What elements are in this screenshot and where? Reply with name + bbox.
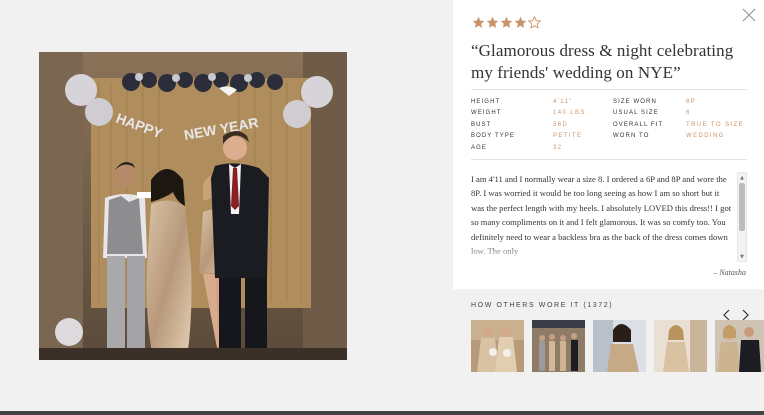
spec-value-worn-to: WEDDING bbox=[686, 133, 725, 140]
spec-value-body-type: PETITE bbox=[553, 133, 583, 140]
spec-label-bust: BUST bbox=[471, 121, 492, 128]
spec-value-overall-fit: TRUE TO SIZE bbox=[686, 121, 744, 128]
close-icon[interactable] bbox=[742, 8, 756, 22]
review-panel: “Glamorous dress & night celebrating my … bbox=[453, 0, 764, 289]
star-rating bbox=[472, 16, 541, 29]
fit-specs: HEIGHT 4'11" SIZE WORN 8P WEIGHT 140 LBS… bbox=[471, 96, 753, 154]
spec-value-age: 32 bbox=[553, 144, 563, 151]
thumbnail-photo[interactable] bbox=[471, 320, 524, 372]
thumbnail-strip bbox=[471, 320, 764, 372]
divider bbox=[471, 159, 747, 160]
star-filled-icon bbox=[486, 16, 499, 28]
spec-label-usual-size: USUAL SIZE bbox=[613, 110, 659, 117]
thumbnail-photo[interactable] bbox=[593, 320, 646, 372]
star-empty-icon bbox=[528, 16, 541, 29]
scroll-down-arrow-icon[interactable]: ▼ bbox=[738, 252, 746, 261]
thumbnail-photo[interactable] bbox=[532, 320, 585, 372]
spec-label-worn-to: WORN TO bbox=[613, 133, 650, 140]
scroll-up-arrow-icon[interactable]: ▲ bbox=[738, 173, 746, 182]
photo-area: HAPPY NEW YEAR bbox=[0, 0, 453, 415]
spec-value-bust: 36D bbox=[553, 121, 569, 128]
spec-label-body-type: BODY TYPE bbox=[471, 133, 516, 140]
review-scrollbar[interactable]: ▲ ▼ bbox=[737, 172, 747, 262]
others-title: HOW OTHERS WORE IT (1372) bbox=[471, 302, 614, 309]
reviewer-name: – Natasha bbox=[713, 268, 746, 277]
spec-label-weight: WEIGHT bbox=[471, 110, 502, 117]
how-others-wore-it: HOW OTHERS WORE IT (1372) bbox=[453, 289, 764, 415]
spec-label-height: HEIGHT bbox=[471, 98, 501, 105]
divider bbox=[471, 89, 747, 90]
scroll-thumb[interactable] bbox=[739, 183, 745, 231]
spec-value-size-worn: 8P bbox=[686, 98, 697, 105]
spec-value-weight: 140 LBS bbox=[553, 110, 586, 117]
thumbnail-photo[interactable] bbox=[715, 320, 764, 372]
spec-label-age: AGE bbox=[471, 144, 487, 151]
review-title: “Glamorous dress & night celebrating my … bbox=[471, 41, 734, 82]
star-filled-icon bbox=[500, 16, 513, 28]
star-filled-icon bbox=[472, 16, 485, 28]
star-filled-icon bbox=[514, 16, 527, 28]
bottom-edge bbox=[0, 411, 764, 415]
review-photo: HAPPY NEW YEAR bbox=[39, 52, 347, 360]
thumbnail-photo[interactable] bbox=[654, 320, 707, 372]
spec-value-usual-size: 6 bbox=[686, 110, 691, 117]
spec-label-size-worn: SIZE WORN bbox=[613, 98, 657, 105]
spec-value-height: 4'11" bbox=[553, 98, 573, 105]
spec-label-overall-fit: OVERALL FIT bbox=[613, 121, 664, 128]
review-text: I am 4'11 and I normally wear a size 8. … bbox=[471, 172, 734, 262]
